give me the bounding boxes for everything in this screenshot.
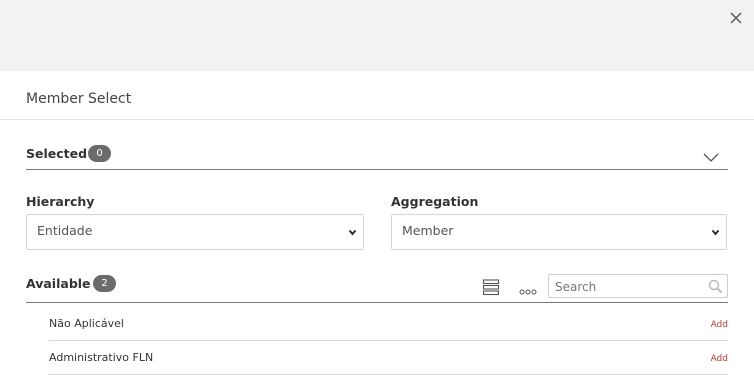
- list-item: Não Aplicável Add: [49, 307, 728, 341]
- available-label: Available: [26, 276, 91, 291]
- list-item: Administrativo FLN Add: [49, 341, 728, 375]
- hierarchy-label: Hierarchy: [26, 194, 95, 209]
- dialog-title: Member Select: [26, 91, 132, 107]
- list-view-icon[interactable]: [482, 278, 500, 296]
- search-icon[interactable]: [708, 279, 723, 294]
- list-item-label: Não Aplicável: [49, 317, 124, 330]
- aggregation-label: Aggregation: [391, 194, 479, 209]
- more-options-icon[interactable]: [519, 282, 537, 295]
- selected-count-badge: 0: [88, 145, 111, 162]
- chevron-down-icon: [711, 229, 720, 236]
- aggregation-select[interactable]: Member: [391, 214, 727, 250]
- title-divider: [0, 119, 754, 120]
- selected-section-header[interactable]: [26, 140, 728, 170]
- selected-label: Selected: [26, 146, 88, 161]
- chevron-down-icon: [348, 229, 357, 236]
- list-item-label: Administrativo FLN: [49, 351, 154, 364]
- available-count-badge: 2: [93, 275, 116, 292]
- chevron-down-icon[interactable]: [703, 148, 719, 162]
- dialog-header-bar: [0, 0, 754, 71]
- add-button[interactable]: Add: [711, 354, 728, 364]
- add-button[interactable]: Add: [711, 320, 728, 330]
- search-input[interactable]: [555, 278, 703, 295]
- search-box[interactable]: [548, 274, 728, 298]
- hierarchy-value: Entidade: [37, 223, 93, 238]
- close-icon[interactable]: [727, 9, 745, 27]
- hierarchy-select[interactable]: Entidade: [26, 214, 364, 250]
- aggregation-value: Member: [402, 223, 454, 238]
